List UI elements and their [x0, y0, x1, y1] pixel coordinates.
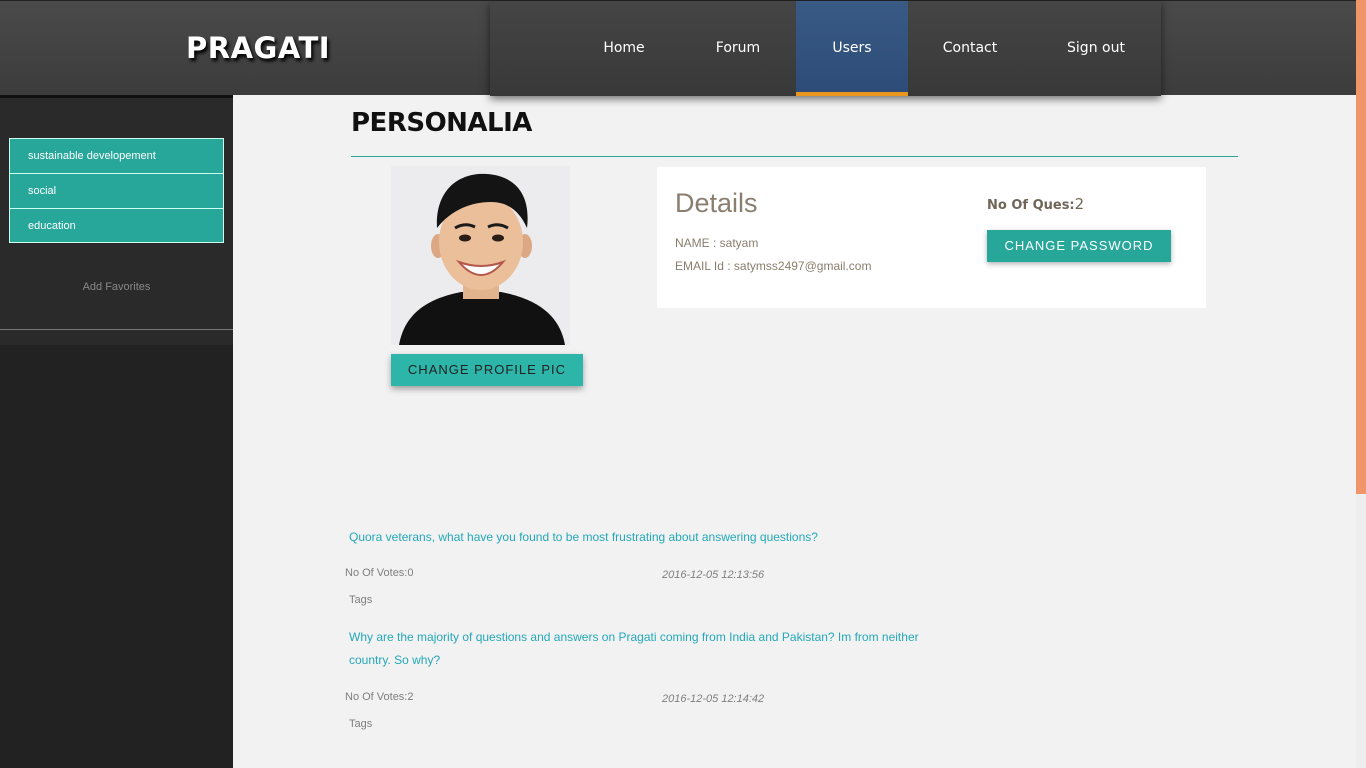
nav-sign-out[interactable]: Sign out — [1056, 1, 1136, 96]
site-logo[interactable]: PRAGATI — [186, 31, 330, 65]
sidebar-divider — [0, 329, 233, 330]
change-profile-pic-button[interactable]: CHANGE PROFILE PIC — [391, 354, 583, 386]
question-date: 2016-12-05 12:13:56 — [662, 569, 765, 581]
nav-users[interactable]: Users — [796, 1, 908, 96]
details-card: Details NAME : satyam EMAIL Id : satymss… — [657, 167, 1206, 308]
question-votes: No Of Votes:0 — [345, 567, 414, 579]
profile-avatar — [391, 166, 570, 345]
page-title: PERSONALIA — [351, 108, 532, 138]
question-count-value: 2 — [1074, 195, 1085, 213]
question-votes: No Of Votes:2 — [345, 691, 414, 703]
user-email: EMAIL Id : satymss2497@gmail.com — [675, 259, 872, 273]
change-password-button[interactable]: CHANGE PASSWORD — [987, 230, 1171, 262]
question-date: 2016-12-05 12:14:42 — [662, 693, 765, 705]
page-scrollbar[interactable] — [1356, 0, 1366, 768]
sidebar-item-social[interactable]: social — [9, 173, 224, 208]
question-count-label: No Of Ques: — [987, 198, 1075, 213]
scrollbar-thumb[interactable] — [1356, 0, 1366, 494]
nav-contact[interactable]: Contact — [930, 1, 1010, 96]
person-photo-icon — [391, 166, 570, 345]
sidebar-item-education[interactable]: education — [9, 208, 224, 243]
sidebar-item-sustainable-development[interactable]: sustainable developement — [9, 138, 224, 173]
sidebar-panel: sustainable developement social educatio… — [0, 95, 233, 345]
user-name: NAME : satyam — [675, 236, 759, 250]
question-title[interactable]: Quora veterans, what have you found to b… — [349, 526, 949, 549]
nav-home[interactable]: Home — [586, 1, 662, 96]
favorites-list: sustainable developement social educatio… — [9, 138, 224, 243]
add-favorites-link[interactable]: Add Favorites — [0, 281, 233, 293]
site-header: PRAGATI Home Forum Users Contact Sign ou… — [0, 0, 1356, 96]
question-title[interactable]: Why are the majority of questions and an… — [349, 626, 939, 672]
question-count: No Of Ques:2 — [987, 195, 1084, 213]
title-divider — [351, 156, 1238, 157]
question-tags: Tags — [349, 594, 373, 606]
sidebar: sustainable developement social educatio… — [0, 95, 233, 768]
question-tags: Tags — [349, 718, 373, 730]
main-nav: Home Forum Users Contact Sign out — [490, 1, 1161, 96]
details-heading: Details — [675, 188, 758, 218]
nav-forum[interactable]: Forum — [700, 1, 776, 96]
